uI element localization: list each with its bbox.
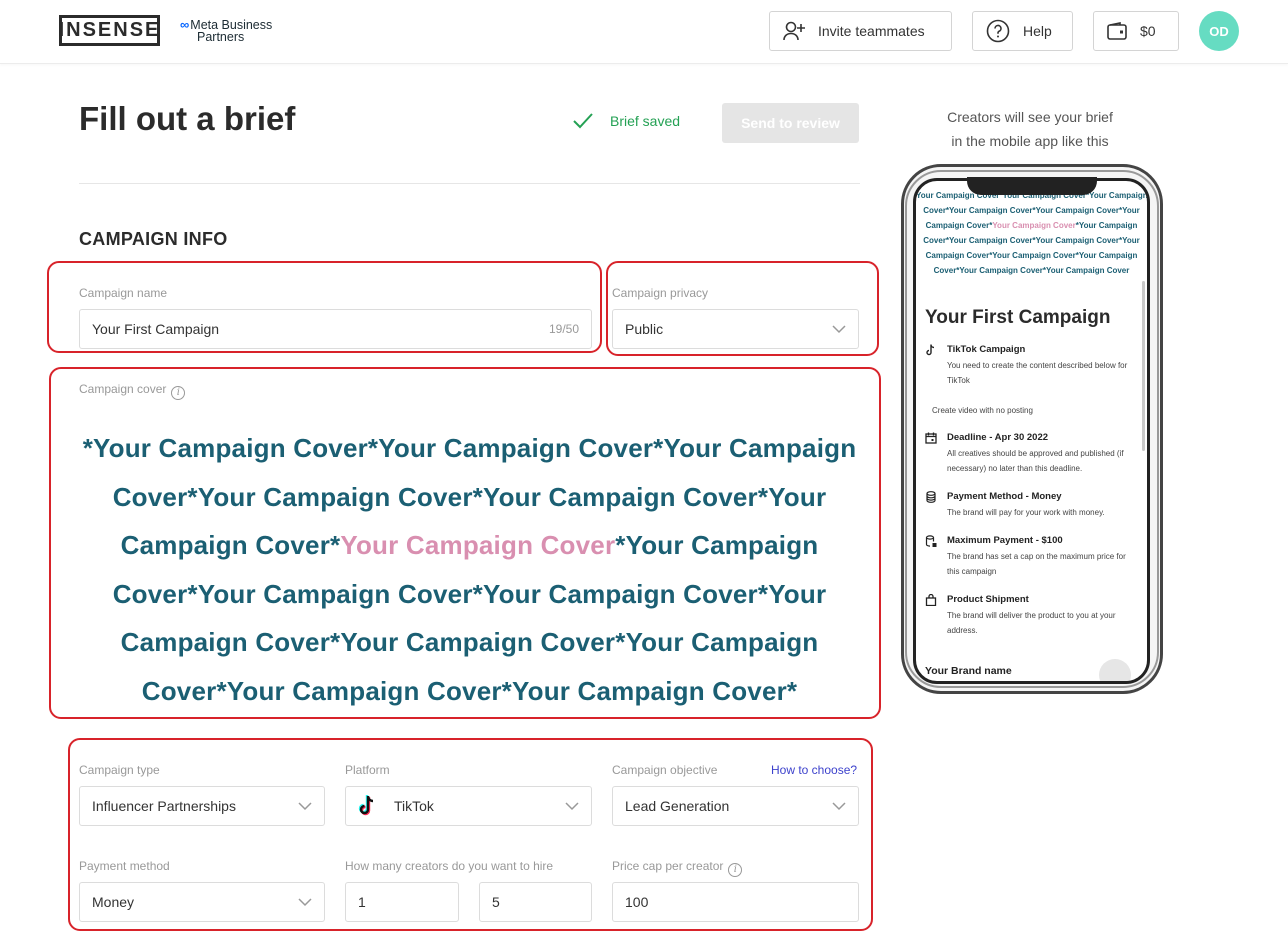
- preview-max-payment-item: Maximum Payment - $100 The brand has set…: [925, 535, 1140, 580]
- calendar-icon: [925, 432, 937, 444]
- user-avatar[interactable]: OD: [1199, 11, 1239, 51]
- annotation-box: [49, 367, 881, 719]
- phone-notch: [967, 177, 1097, 195]
- tiktok-icon: [926, 344, 935, 356]
- preview-shipment-item: Product Shipment The brand will deliver …: [925, 594, 1140, 639]
- send-to-review-button[interactable]: Send to review: [722, 103, 859, 143]
- divider: [79, 183, 860, 184]
- page-title: Fill out a brief: [79, 100, 296, 137]
- annotation-box: [68, 738, 873, 931]
- shopping-bag-icon: [925, 594, 937, 606]
- annotation-box: [47, 261, 602, 353]
- preview-platform-item: TikTok Campaign You need to create the c…: [925, 344, 1140, 385]
- coins-limit-icon: [925, 535, 937, 547]
- help-icon: [986, 19, 1010, 43]
- brief-saved-status: Brief saved: [572, 112, 680, 130]
- preview-scrollbar[interactable]: [1142, 281, 1145, 451]
- check-icon: [573, 113, 593, 129]
- preview-chat-button[interactable]: [1099, 659, 1131, 681]
- wallet-balance-button[interactable]: $0: [1093, 11, 1179, 51]
- preview-campaign-title: Your First Campaign: [925, 307, 1111, 328]
- insense-logo[interactable]: INSENSE: [59, 15, 160, 46]
- section-title: CAMPAIGN INFO: [79, 229, 228, 249]
- help-button[interactable]: Help: [972, 11, 1073, 51]
- wallet-icon: [1107, 22, 1127, 40]
- top-bar: INSENSE ∞Meta Business Partners Invite t…: [0, 0, 1288, 64]
- preview-brand-name: Your Brand name: [925, 665, 1012, 677]
- coins-icon: [926, 491, 936, 503]
- meta-business-partners-badge: ∞Meta Business Partners: [180, 17, 273, 44]
- preview-deadline-item: Deadline - Apr 30 2022 All creatives sho…: [925, 432, 1140, 477]
- annotation-box: [606, 261, 879, 356]
- invite-teammates-button[interactable]: Invite teammates: [769, 11, 952, 51]
- mobile-preview-screen[interactable]: Your Campaign Cover*Your Campaign Cover*…: [913, 178, 1150, 684]
- preview-payment-item: Payment Method - Money The brand will pa…: [925, 491, 1140, 521]
- mini-campaign-cover: Your Campaign Cover*Your Campaign Cover*…: [916, 191, 1148, 275]
- add-user-icon: [783, 21, 805, 41]
- preview-caption: Creators will see your brief in the mobi…: [947, 109, 1113, 149]
- preview-posting-note: Create video with no posting: [932, 406, 1033, 415]
- meta-infinity-icon: ∞: [180, 17, 190, 32]
